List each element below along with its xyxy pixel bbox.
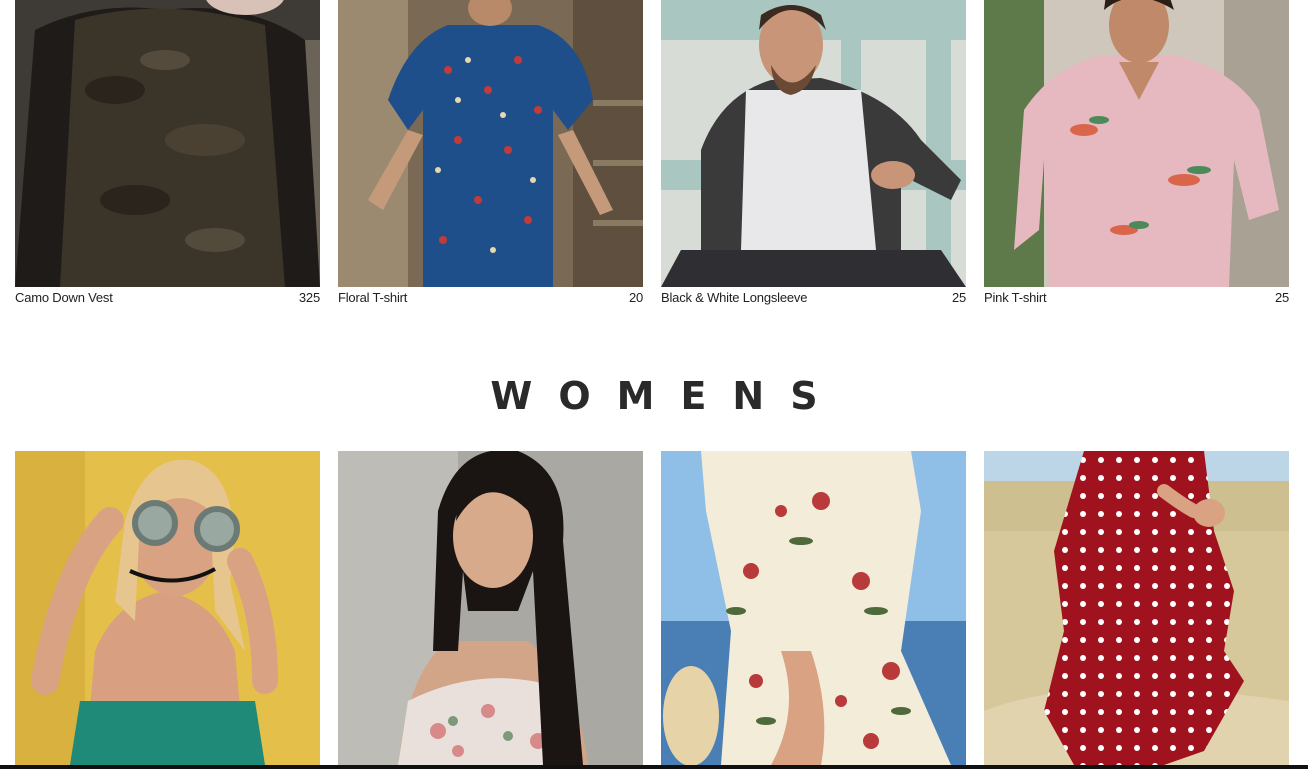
product-image[interactable] (15, 451, 320, 765)
product-grid-mens: Camo Down Vest 325 Floral T-shirt 20 Bla… (15, 0, 1290, 312)
product-card[interactable] (15, 451, 320, 765)
product-image[interactable] (984, 0, 1289, 287)
product-name[interactable]: Black & White Longsleeve (661, 290, 807, 305)
product-image[interactable] (661, 451, 966, 765)
product-meta: Floral T-shirt 20 (338, 287, 643, 312)
product-image[interactable] (984, 451, 1289, 765)
product-image[interactable] (338, 0, 643, 287)
product-price: 325 (298, 290, 320, 305)
product-name[interactable]: Camo Down Vest (15, 290, 113, 305)
product-price: 25 (951, 290, 966, 305)
product-image[interactable] (15, 0, 320, 287)
product-image[interactable] (661, 0, 966, 287)
product-meta: Camo Down Vest 325 (15, 287, 320, 312)
product-grid-womens (15, 451, 1290, 765)
product-name[interactable]: Pink T-shirt (984, 290, 1047, 305)
product-card[interactable]: Black & White Longsleeve 25 (661, 0, 966, 312)
product-card[interactable] (984, 451, 1289, 765)
product-card[interactable]: Floral T-shirt 20 (338, 0, 643, 312)
product-price: 25 (1274, 290, 1289, 305)
product-price: 20 (628, 290, 643, 305)
product-meta: Pink T-shirt 25 (984, 287, 1289, 312)
product-card[interactable]: Pink T-shirt 25 (984, 0, 1289, 312)
bottom-bar (0, 765, 1308, 769)
product-card[interactable]: Camo Down Vest 325 (15, 0, 320, 312)
product-name[interactable]: Floral T-shirt (338, 290, 407, 305)
product-image[interactable] (338, 451, 643, 765)
product-card[interactable] (661, 451, 966, 765)
product-card[interactable] (338, 451, 643, 765)
section-title-womens: WOMENS (490, 374, 844, 418)
product-meta: Black & White Longsleeve 25 (661, 287, 966, 312)
